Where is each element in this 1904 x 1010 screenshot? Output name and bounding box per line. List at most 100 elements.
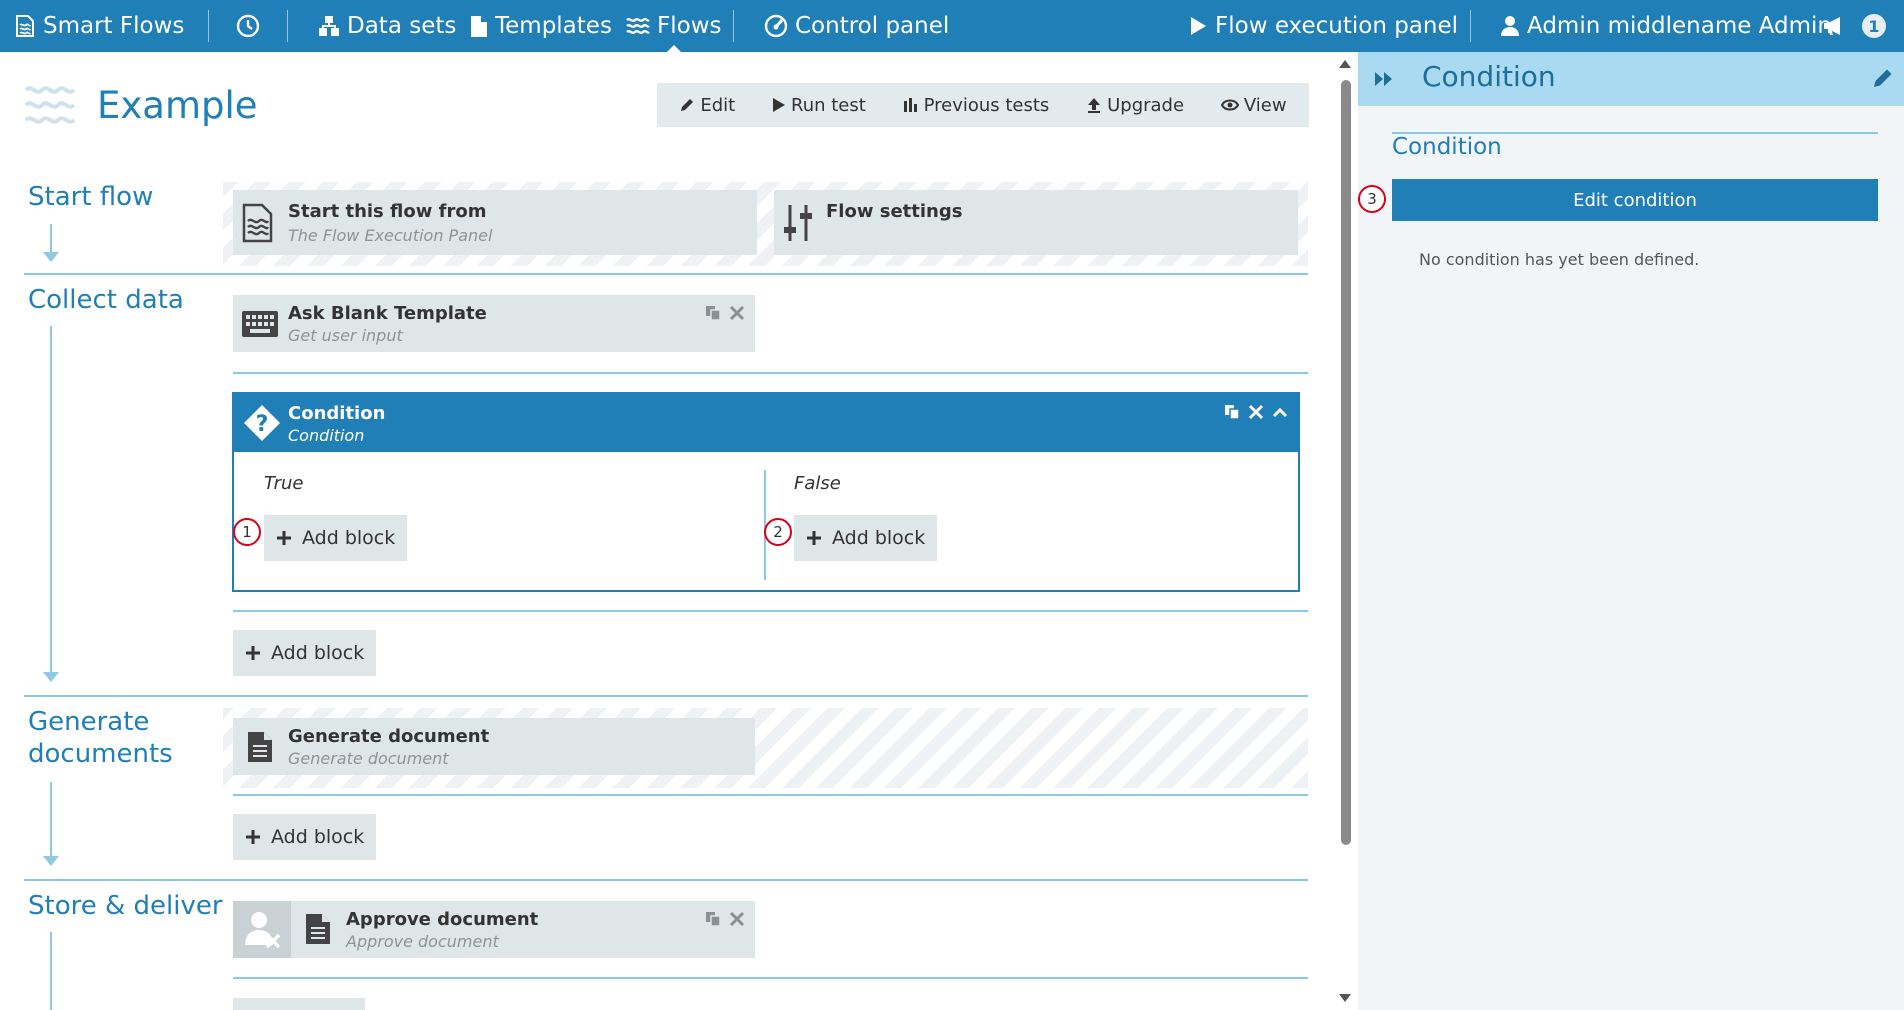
run-test-button[interactable]: Run test — [772, 95, 866, 116]
stage-arrow — [43, 252, 59, 262]
condition-block-title: Condition — [288, 403, 386, 424]
stage-arrow — [43, 856, 59, 866]
add-block-collect-button[interactable]: Add block — [233, 630, 377, 676]
clock-icon — [236, 14, 260, 38]
nav-flows-label: Flows — [657, 13, 722, 39]
panel-section-title: Condition — [1392, 134, 1502, 160]
sliders-icon — [784, 204, 812, 241]
eye-icon — [1220, 99, 1239, 111]
nav-templates[interactable]: Templates — [470, 0, 612, 52]
block-tools — [705, 911, 745, 927]
block-divider — [233, 610, 1308, 612]
pencil-icon[interactable] — [1872, 67, 1894, 89]
add-block-label: Add block — [271, 642, 365, 664]
nav-datasets[interactable]: Data sets — [318, 0, 456, 52]
close-icon[interactable] — [729, 911, 745, 927]
stage-title-store-deliver: Store & deliver — [28, 891, 223, 921]
add-block-store-button[interactable] — [233, 998, 365, 1010]
copy-icon[interactable] — [705, 305, 721, 321]
notifications-button[interactable]: 1 — [1822, 0, 1886, 52]
nav-separator — [287, 10, 288, 42]
flow-name: Example — [97, 84, 258, 127]
add-block-false-button[interactable]: Add block — [794, 515, 938, 561]
stage-title-start-flow: Start flow — [28, 182, 154, 212]
add-block-generate-button[interactable]: Add block — [233, 814, 377, 860]
stage-divider — [24, 273, 1308, 275]
previous-tests-button[interactable]: Previous tests — [903, 95, 1049, 116]
play-icon — [773, 98, 785, 112]
nav-datasets-label: Data sets — [347, 13, 457, 39]
plus-icon — [277, 531, 291, 545]
brand-link[interactable]: Smart Flows — [14, 0, 184, 52]
condition-block[interactable]: ? Condition Condition True False Add blo… — [232, 392, 1300, 592]
user-name: Admin middlename Admin — [1527, 13, 1832, 39]
megaphone-icon — [1824, 17, 1840, 35]
block-divider — [233, 977, 1308, 979]
no-condition-message: No condition has yet been defined. — [1419, 250, 1700, 269]
block-tools — [705, 305, 745, 321]
nav-flows[interactable]: Flows — [626, 0, 722, 53]
panel-header: Condition — [1358, 52, 1904, 106]
user-reject-icon — [245, 912, 281, 949]
stage-connector — [50, 224, 52, 252]
flow-settings-title: Flow settings — [826, 201, 963, 222]
stage-divider — [24, 695, 1308, 697]
upgrade-button[interactable]: Upgrade — [1086, 95, 1184, 116]
stage-connector — [50, 782, 52, 856]
add-block-label: Add block — [832, 527, 926, 549]
keyboard-icon — [242, 310, 278, 337]
nav-separator — [208, 10, 209, 42]
svg-text:?: ? — [256, 412, 269, 437]
upload-icon — [1088, 98, 1101, 113]
flow-logo-icon — [16, 15, 34, 37]
question-icon: ? — [244, 405, 280, 441]
add-block-true-button[interactable]: Add block — [264, 515, 408, 561]
block-divider — [233, 794, 1308, 796]
condition-block-header[interactable]: ? Condition Condition — [234, 394, 1298, 452]
marker-3: 3 — [1358, 185, 1386, 213]
nav-control-panel[interactable]: Control panel — [764, 0, 949, 52]
copy-icon[interactable] — [1224, 404, 1240, 420]
edit-flow-button[interactable]: Edit — [679, 95, 735, 116]
ask-blank-template-block[interactable]: Ask Blank Template Get user input — [233, 295, 755, 352]
document-icon — [306, 914, 330, 944]
stage-divider — [24, 879, 1308, 881]
collapse-panel-icon[interactable] — [1374, 71, 1394, 87]
false-branch-label: False — [794, 473, 841, 494]
scrollbar-thumb[interactable] — [1341, 80, 1351, 845]
marker-1: 1 — [233, 518, 261, 546]
view-button[interactable]: View — [1220, 94, 1287, 116]
approver-avatar — [233, 901, 291, 958]
chevron-up-icon[interactable] — [1272, 404, 1288, 420]
user-menu[interactable]: Admin middlename Admin — [1500, 0, 1832, 52]
scroll-down-arrow[interactable] — [1339, 994, 1351, 1002]
stage-arrow — [43, 672, 59, 682]
plus-icon — [246, 646, 260, 660]
sitemap-icon — [319, 16, 339, 36]
copy-icon[interactable] — [705, 911, 721, 927]
pencil-icon — [681, 99, 694, 111]
play-icon — [1191, 17, 1206, 35]
flow-settings-block[interactable]: Flow settings — [774, 190, 1298, 255]
flow-waves-icon — [24, 86, 76, 124]
nav-flow-execution-panel-label: Flow execution panel — [1215, 13, 1459, 39]
waves-icon — [626, 17, 650, 35]
view-label: View — [1243, 94, 1287, 116]
stage-connector — [50, 932, 52, 1010]
start-block[interactable]: Start this flow from The Flow Execution … — [233, 190, 757, 255]
edit-flow-label: Edit — [700, 94, 736, 116]
close-icon[interactable] — [1248, 404, 1264, 420]
edit-condition-button[interactable]: Edit condition — [1392, 179, 1878, 221]
history-link[interactable] — [236, 0, 267, 52]
top-navigation-bar: Smart Flows Data sets Templates Flows Co… — [0, 0, 1904, 53]
approve-document-block[interactable]: Approve document Approve document — [233, 901, 755, 958]
nav-flow-execution-panel[interactable]: Flow execution panel — [1188, 0, 1458, 52]
flow-actions-toolbar: Edit Run test Previous tests Upgrade Vie… — [657, 83, 1309, 127]
start-block-subtitle: The Flow Execution Panel — [288, 226, 493, 245]
scroll-up-arrow[interactable] — [1339, 60, 1351, 68]
nav-separator — [1470, 10, 1471, 42]
generate-document-block[interactable]: Generate document Generate document — [233, 718, 755, 775]
stage-title-collect-data: Collect data — [28, 285, 184, 315]
close-icon[interactable] — [729, 305, 745, 321]
stage-title-generate-documents: Generate documents — [28, 706, 173, 770]
